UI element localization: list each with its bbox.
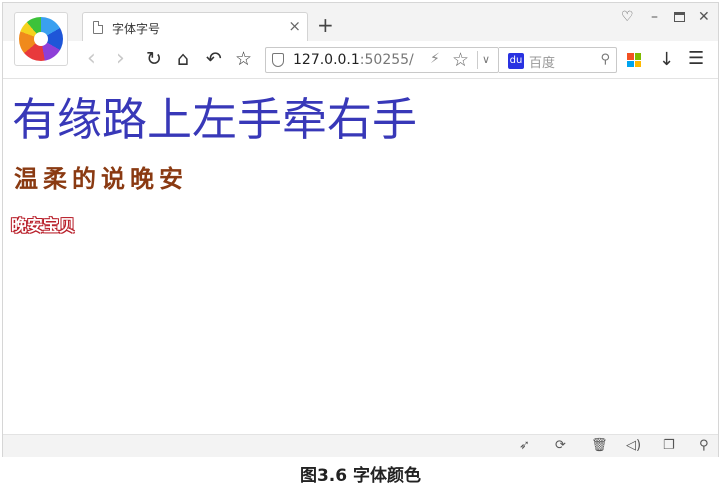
chevron-down-icon[interactable]: ∨ <box>477 51 490 69</box>
shield-icon <box>272 53 284 67</box>
heading-brown: 温柔的说晚安 <box>14 164 188 193</box>
search-box[interactable]: du 百度 ⚲ <box>499 47 617 73</box>
favorite-star-icon[interactable]: ☆ <box>452 49 469 71</box>
figure-caption: 图3.6 字体颜色 <box>299 466 422 486</box>
heading-blue: 有缘路上左手牵右手 <box>12 93 418 146</box>
home-icon[interactable]: ⌂ <box>177 49 189 69</box>
tab-active[interactable]: 字体字号 × <box>82 12 308 42</box>
window-icon[interactable]: ❐ <box>663 438 675 454</box>
skin-icon[interactable]: ♡ <box>621 9 634 25</box>
tab-title: 字体字号 <box>112 22 161 36</box>
new-tab-icon[interactable]: + <box>317 15 334 35</box>
status-bar: ➶ ⟳ 🗑 ◁) ❐ ⚲ <box>3 434 718 457</box>
browser-logo-icon <box>19 17 63 61</box>
trash-icon[interactable]: 🗑 <box>591 438 608 454</box>
search-icon[interactable]: ⚲ <box>600 52 610 67</box>
sound-icon[interactable]: ◁) <box>626 438 641 454</box>
close-window-icon[interactable]: ✕ <box>698 9 710 25</box>
search-engine-label: 百度 <box>529 56 556 71</box>
minimize-icon[interactable]: – <box>651 9 658 25</box>
rocket-icon[interactable]: ➶ <box>519 438 530 454</box>
page-icon <box>93 21 103 34</box>
baidu-icon: du <box>508 53 524 69</box>
download-icon[interactable]: ↓ <box>659 49 674 70</box>
navigation-bar: ‹ › ↻ ⌂ ↶ ☆ 127.0.0.1:50255/ ⚡ ☆ ∨ du 百度… <box>3 41 718 79</box>
address-url: 127.0.0.1:50255/ <box>293 52 414 68</box>
maximize-icon[interactable] <box>674 12 685 22</box>
zoom-icon[interactable]: ⚲ <box>699 438 709 454</box>
browser-logo[interactable] <box>14 12 68 66</box>
reload-icon[interactable]: ↻ <box>146 49 162 69</box>
browser-window: 字体字号 × + ♡ – ✕ ‹ › ↻ ⌂ ↶ ☆ 127.0.0.1:502… <box>2 2 719 457</box>
refresh-icon[interactable]: ⟳ <box>555 438 566 454</box>
address-bar[interactable]: 127.0.0.1:50255/ ⚡ ☆ ∨ <box>265 47 499 73</box>
tab-close-icon[interactable]: × <box>288 18 301 34</box>
page-content: 有缘路上左手牵右手 温柔的说晚安 晚安宝贝 <box>3 80 718 434</box>
title-bar: 字体字号 × + ♡ – ✕ <box>3 3 718 66</box>
heading-red: 晚安宝贝 <box>11 216 76 235</box>
menu-icon[interactable]: ☰ <box>688 48 704 69</box>
lightning-icon[interactable]: ⚡ <box>430 51 440 67</box>
star-icon[interactable]: ☆ <box>235 49 252 69</box>
back-icon[interactable]: ‹ <box>87 48 96 70</box>
forward-icon[interactable]: › <box>116 48 125 70</box>
undo-icon[interactable]: ↶ <box>206 49 222 69</box>
apps-icon[interactable] <box>627 53 641 67</box>
